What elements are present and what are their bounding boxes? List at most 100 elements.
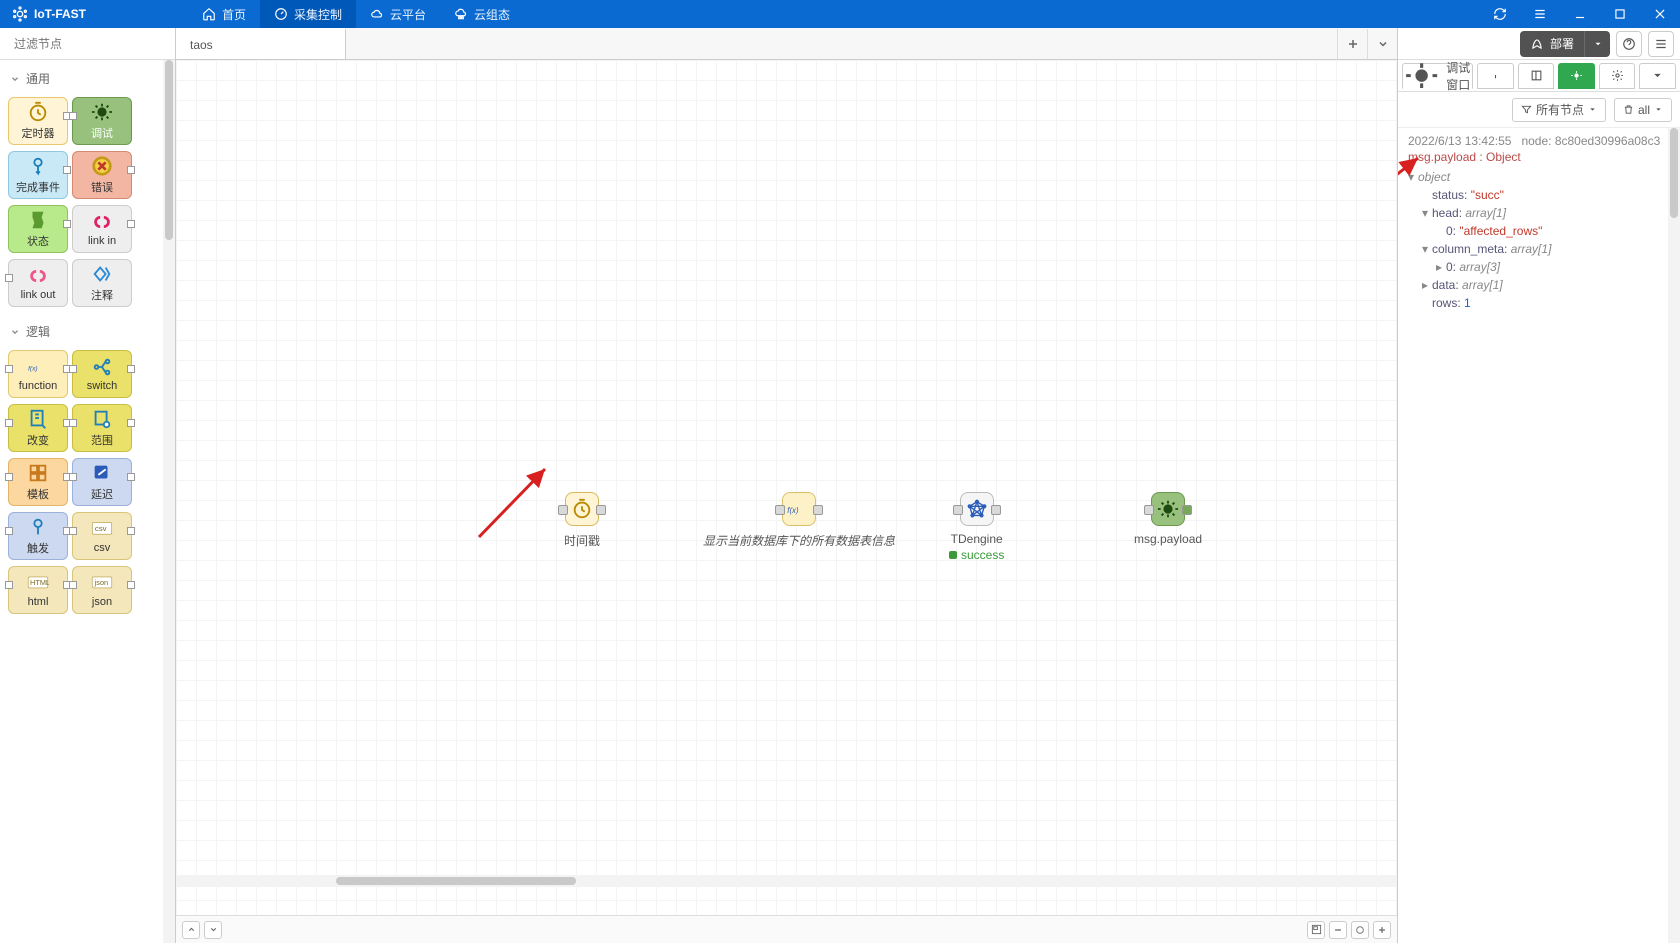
refresh-button[interactable] — [1480, 0, 1520, 28]
flow-canvas[interactable]: 时间戳 f(x) 显示当前数据库下的所有数据表信息 TDengine succe… — [176, 60, 1397, 915]
maximize-button[interactable] — [1600, 0, 1640, 28]
flow-node-timestamp[interactable]: 时间戳 — [564, 492, 600, 549]
canvas-h-scrollbar-thumb[interactable] — [336, 877, 576, 885]
palette-node-error[interactable]: 错误 — [72, 151, 132, 199]
flow-tab-taos[interactable]: taos — [176, 28, 346, 59]
palette-node-json[interactable]: jsonjson — [72, 566, 132, 614]
flow-node-function[interactable]: f(x) 显示当前数据库下的所有数据表信息 — [699, 492, 899, 549]
sidebar-tab-debug-active[interactable] — [1558, 63, 1595, 89]
palette-node-function[interactable]: f(x)function — [8, 350, 68, 398]
debug-clear-button[interactable]: all — [1614, 98, 1672, 122]
sidebar-tabs: 调试窗口 — [1398, 60, 1680, 92]
appmenu-button[interactable] — [1520, 0, 1560, 28]
palette-scrollbar-thumb[interactable] — [165, 60, 173, 240]
footer-down-button[interactable] — [204, 921, 222, 939]
close-button[interactable] — [1640, 0, 1680, 28]
node-output-port[interactable] — [813, 505, 823, 515]
flow-node-debug[interactable]: msg.payload — [1134, 492, 1202, 546]
palette-node-html[interactable]: HTMLhtml — [8, 566, 68, 614]
node-output-port[interactable] — [991, 505, 1001, 515]
node-input-port[interactable] — [953, 505, 963, 515]
node-input-port[interactable] — [1144, 505, 1154, 515]
help-button[interactable] — [1616, 31, 1642, 57]
cloud-grid-icon — [454, 7, 468, 21]
function-icon: f(x) — [786, 499, 812, 519]
palette-search[interactable] — [0, 28, 175, 60]
hamburger-icon — [1654, 37, 1668, 51]
svg-text:HTML: HTML — [30, 578, 49, 587]
palette-node-range[interactable]: 范围 — [72, 404, 132, 452]
flow-node-tdengine[interactable]: TDengine success — [949, 492, 1004, 562]
deploy-menu-button[interactable] — [1584, 31, 1610, 57]
debug-msg-tree[interactable]: ▾object status: "succ" ▾head: array[1] 0… — [1408, 168, 1670, 312]
palette-node-csv[interactable]: csvcsv — [72, 512, 132, 560]
home-icon — [202, 7, 216, 21]
node-trigger-port[interactable] — [558, 505, 568, 515]
navigator-button[interactable] — [1307, 921, 1325, 939]
node-output-port[interactable] — [596, 505, 606, 515]
help-icon — [1622, 37, 1636, 51]
right-panel-toolbar: 部署 — [1398, 28, 1680, 60]
palette-node-debug[interactable]: 调试 — [72, 97, 132, 145]
palette-node-trigger[interactable]: 触发 — [8, 512, 68, 560]
chevron-down-icon — [10, 74, 20, 84]
workspace: taos — [176, 28, 1398, 943]
bug-icon — [1570, 69, 1583, 82]
flow-wires — [176, 60, 476, 210]
palette-node-status[interactable]: 状态 — [8, 205, 68, 253]
debug-filters: 所有节点 all — [1398, 92, 1680, 128]
palette-node-link-out[interactable]: link out — [8, 259, 68, 307]
canvas-footer — [176, 915, 1397, 943]
debug-scrollbar-thumb[interactable] — [1670, 128, 1678, 218]
sidebar-tab-dropdown[interactable] — [1639, 63, 1676, 89]
debug-scrollbar[interactable] — [1668, 128, 1680, 943]
palette-node-template[interactable]: 模板 — [8, 458, 68, 506]
deploy-button[interactable]: 部署 — [1520, 31, 1610, 57]
status-icon — [27, 209, 49, 231]
info-icon — [1489, 69, 1502, 82]
menu-button[interactable] — [1648, 31, 1674, 57]
range-icon — [91, 408, 113, 430]
title-right — [1480, 0, 1680, 28]
palette-node-comment[interactable]: 注释 — [72, 259, 132, 307]
palette-node-timer[interactable]: 定时器 — [8, 97, 68, 145]
sidebar-tab-help[interactable] — [1518, 63, 1555, 89]
trash-icon — [1623, 104, 1634, 115]
sidebar-tab-config[interactable] — [1599, 63, 1636, 89]
palette-node-complete[interactable]: 完成事件 — [8, 151, 68, 199]
debug-filter-nodes[interactable]: 所有节点 — [1512, 98, 1606, 122]
node-input-port[interactable] — [775, 505, 785, 515]
right-panel: 部署 调试窗口 所有节点 — [1398, 28, 1680, 943]
nav-cloud-config[interactable]: 云组态 — [440, 0, 524, 28]
sidebar-tab-info[interactable] — [1477, 63, 1514, 89]
zoom-reset-button[interactable] — [1351, 921, 1369, 939]
sidebar-tab-debug[interactable]: 调试窗口 — [1402, 63, 1473, 89]
json-icon: json — [91, 572, 113, 594]
change-icon — [27, 408, 49, 430]
caret-down-icon — [1588, 105, 1597, 114]
palette-node-delay[interactable]: 延迟 — [72, 458, 132, 506]
flow-tabs-menu[interactable] — [1367, 29, 1397, 59]
maximize-icon — [1613, 7, 1627, 21]
palette-node-change[interactable]: 改变 — [8, 404, 68, 452]
gear-icon — [1611, 69, 1624, 82]
palette-category-logic[interactable]: 逻辑 — [6, 317, 173, 346]
minimize-button[interactable] — [1560, 0, 1600, 28]
zoom-in-button[interactable] — [1373, 921, 1391, 939]
palette-scrollbar[interactable] — [163, 60, 175, 943]
caret-down-icon — [1593, 39, 1603, 49]
nav-collect[interactable]: 采集控制 — [260, 0, 356, 28]
add-flow-button[interactable] — [1337, 29, 1367, 59]
nav-home[interactable]: 首页 — [188, 0, 260, 28]
canvas-h-scrollbar[interactable] — [176, 875, 1397, 887]
palette-category-general[interactable]: 通用 — [6, 64, 173, 93]
nav-cloud-platform[interactable]: 云平台 — [356, 0, 440, 28]
function-icon: f(x) — [27, 356, 49, 378]
palette-search-input[interactable] — [14, 37, 169, 51]
node-enable-port[interactable] — [1182, 505, 1192, 515]
footer-up-button[interactable] — [182, 921, 200, 939]
template-icon — [27, 462, 49, 484]
zoom-out-button[interactable] — [1329, 921, 1347, 939]
palette-node-switch[interactable]: switch — [72, 350, 132, 398]
palette-node-link-in[interactable]: link in — [72, 205, 132, 253]
